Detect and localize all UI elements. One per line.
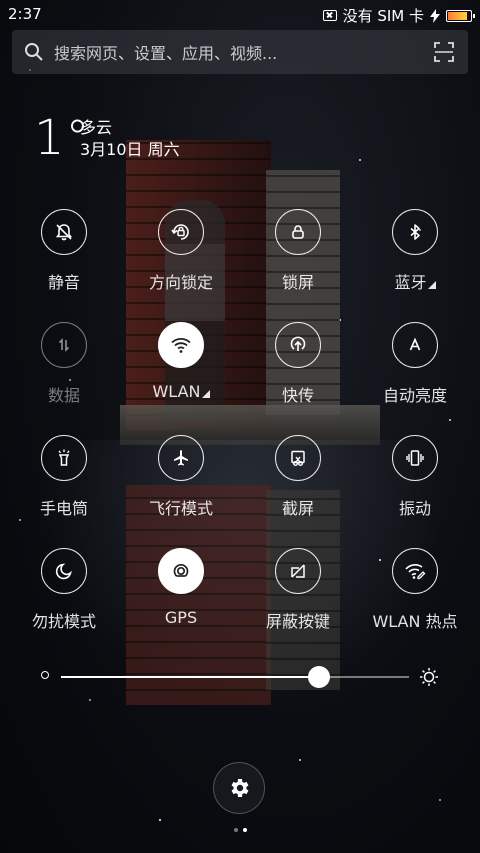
more-options-indicator-icon [201, 390, 210, 398]
battery-icon [446, 9, 475, 22]
page-dot[interactable] [234, 828, 238, 832]
toggle-mobile-data[interactable]: 数据 [9, 322, 119, 422]
toggle-screenshot-label: 截屏 [281, 499, 314, 518]
toggle-mobile-data-label: 数据 [47, 386, 80, 405]
status-time: 2:37 [8, 5, 42, 23]
hotspot-icon [405, 564, 426, 580]
battery-fill [448, 11, 467, 20]
search-placeholder: 搜索网页、设置、应用、视频... [54, 44, 278, 63]
toggle-airplane-label: 飞行模式 [148, 499, 213, 518]
toggle-do-not-disturb[interactable]: 勿扰模式 [9, 548, 119, 648]
rotation-lock-icon [171, 224, 189, 240]
no-sim-icon [322, 10, 337, 21]
toggle-do-not-disturb-button[interactable] [41, 548, 87, 594]
brightness-track[interactable] [61, 676, 409, 678]
toggle-quick-transfer-button[interactable] [275, 322, 321, 368]
status-right: 没有 SIM 卡 [322, 5, 475, 26]
toggle-mute-label: 静音 [47, 273, 80, 292]
toggle-vibrate[interactable]: 振动 [360, 435, 470, 535]
toggle-screenshot[interactable]: 截屏 [243, 435, 353, 535]
toggle-bluetooth-button[interactable] [392, 209, 438, 255]
airplane-icon [174, 450, 188, 466]
gear-icon [231, 779, 249, 797]
toggle-auto-brightness-button[interactable] [392, 322, 438, 368]
toggle-bluetooth-label-wrap: 蓝牙 [360, 269, 470, 293]
toggle-airplane-button[interactable] [158, 435, 204, 481]
toggle-hotspot-label: WLAN 热点 [372, 612, 458, 631]
more-options-indicator-icon [427, 281, 436, 289]
status-bar: 2:37 没有 SIM 卡 [0, 0, 480, 28]
toggle-block-keys[interactable]: 屏蔽按键 [243, 548, 353, 648]
toggle-block-keys-button[interactable] [275, 548, 321, 594]
mobile-data-icon [58, 338, 70, 352]
toggle-mute[interactable]: 静音 [9, 209, 119, 309]
auto-brightness-icon [409, 337, 421, 351]
block-keys-icon [291, 564, 305, 578]
toggle-gps[interactable]: GPS [126, 548, 236, 648]
toggle-do-not-disturb-label: 勿扰模式 [31, 612, 96, 631]
wifi-icon [171, 338, 191, 353]
charging-icon [430, 8, 440, 23]
moon-icon [55, 563, 72, 580]
toggle-quick-transfer[interactable]: 快传 [243, 322, 353, 422]
toggle-lock-screen-label: 锁屏 [281, 273, 314, 292]
toggle-flashlight[interactable]: 手电筒 [9, 435, 119, 535]
weather-condition: 多云 [80, 118, 113, 137]
toggle-gps-button[interactable] [158, 548, 204, 594]
brightness-high-icon [420, 668, 438, 686]
settings-button[interactable] [213, 762, 265, 814]
toggle-wlan[interactable]: WLAN [126, 322, 236, 422]
toggle-wlan-label: WLAN [152, 382, 201, 401]
carrier-text: 没有 SIM 卡 [342, 7, 424, 25]
toggle-flashlight-button[interactable] [41, 435, 87, 481]
toggle-block-keys-label: 屏蔽按键 [265, 612, 330, 631]
toggle-gps-label: GPS [164, 608, 198, 627]
vibrate-icon [406, 450, 424, 466]
toggle-wlan-label-wrap: WLAN [126, 382, 236, 401]
brightness-fill [61, 676, 319, 678]
toggle-mute-button[interactable] [41, 209, 87, 255]
brightness-low-icon [41, 671, 49, 679]
search-icon [25, 43, 43, 61]
page-indicator [234, 828, 247, 832]
gps-icon [173, 564, 189, 577]
toggle-vibrate-button[interactable] [392, 435, 438, 481]
screenshot-icon [291, 450, 305, 466]
flashlight-icon [58, 449, 70, 466]
toggle-airplane[interactable]: 飞行模式 [126, 435, 236, 535]
toggle-hotspot[interactable]: WLAN 热点 [360, 548, 470, 648]
toggle-lock-screen[interactable]: 锁屏 [243, 209, 353, 309]
toggle-hotspot-button[interactable] [392, 548, 438, 594]
toggle-auto-brightness-label: 自动亮度 [382, 386, 447, 405]
quick-transfer-icon [290, 336, 306, 351]
toggle-rotation-lock-label: 方向锁定 [148, 273, 213, 292]
toggle-vibrate-label: 振动 [398, 499, 431, 518]
toggle-screenshot-button[interactable] [275, 435, 321, 481]
toggle-bluetooth[interactable]: 蓝牙 [360, 209, 470, 309]
bell-mute-icon [55, 224, 73, 241]
toggle-rotation-lock[interactable]: 方向锁定 [126, 209, 236, 309]
search-bar[interactable]: 搜索网页、设置、应用、视频... [12, 30, 468, 74]
toggle-lock-screen-button[interactable] [275, 209, 321, 255]
toggle-flashlight-label: 手电筒 [39, 499, 88, 518]
toggle-bluetooth-label: 蓝牙 [394, 273, 427, 292]
toggle-auto-brightness[interactable]: 自动亮度 [360, 322, 470, 422]
toggle-rotation-lock-button[interactable] [158, 209, 204, 255]
page-dot-active[interactable] [243, 828, 247, 832]
scan-icon[interactable] [434, 42, 454, 62]
toggle-quick-transfer-label: 快传 [281, 386, 314, 405]
lock-icon [292, 225, 304, 239]
brightness-thumb[interactable] [308, 666, 330, 688]
toggle-mobile-data-button[interactable] [41, 322, 87, 368]
bluetooth-icon [410, 224, 420, 240]
weather-date: 3月10日 周六 [80, 140, 180, 159]
toggle-wlan-button[interactable] [158, 322, 204, 368]
